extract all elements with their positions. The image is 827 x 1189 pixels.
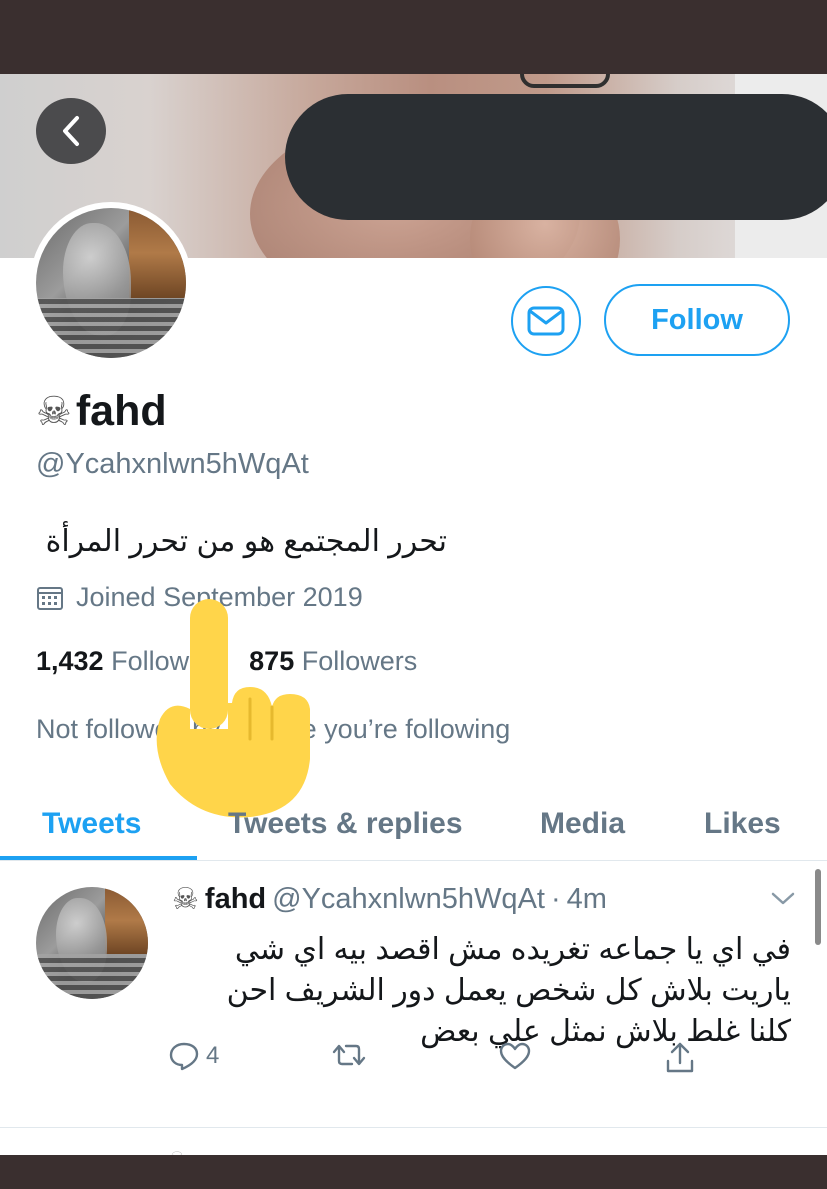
reply-icon [169,1042,199,1071]
retweet-icon [332,1044,366,1066]
heart-icon [499,1042,531,1070]
tweet-actions: 4 [0,1041,827,1081]
tweet-author-handle: @Ycahxnlwn5hWqAt [272,883,545,915]
tab-media[interactable]: Media [540,807,625,841]
photo-frame-top [0,0,827,74]
profile-screen: Follow ☠ fahd @Ycahxnlwn5hWqAt تحرر المج… [0,74,827,1155]
follow-button[interactable]: Follow [604,284,790,356]
tweet-separator: · [550,883,561,915]
scrollbar[interactable] [815,869,821,945]
redaction-overlay [285,94,827,220]
share-button[interactable] [664,1041,696,1075]
next-tweet-peek: ☠ [168,1147,186,1155]
chevron-down-icon[interactable] [770,891,796,907]
active-tab-indicator [0,856,197,860]
profile-avatar[interactable] [30,202,192,364]
tab-tweets[interactable]: Tweets [42,807,141,841]
reply-count: 4 [206,1042,220,1069]
envelope-icon [527,306,565,336]
tab-tweets-replies[interactable]: Tweets & replies [228,807,463,841]
tweet-time: 4m [566,883,607,915]
message-button[interactable] [511,286,581,356]
calendar-icon [37,586,63,610]
profile-name: ☠ fahd [36,387,167,436]
profile-name-text: fahd [75,387,167,435]
pointing-hand-icon [156,599,310,818]
skull-crossbones-icon: ☠ [36,389,72,434]
chevron-left-icon [63,116,79,146]
skull-crossbones-icon: ☠ [172,882,199,916]
share-icon [666,1042,694,1073]
like-button[interactable] [498,1041,532,1071]
back-button[interactable] [36,98,106,164]
tweet-header: ☠ fahd @Ycahxnlwn5hWqAt · 4m [172,883,607,916]
photo-frame-bottom [0,1155,827,1189]
tab-likes[interactable]: Likes [704,807,781,841]
tweet-author-name: fahd [204,883,267,915]
reply-button[interactable]: 4 [168,1041,219,1071]
tweet-avatar[interactable] [36,887,148,999]
tweet-text: في اي يا جماعه تغريده مش اقصد بيه اي شي … [226,933,791,1048]
profile-handle: @Ycahxnlwn5hWqAt [36,448,309,480]
retweet-button[interactable] [330,1041,368,1069]
profile-tabs: Tweets Tweets & replies Media Likes [0,789,827,861]
tweet-item[interactable]: ☠ fahd @Ycahxnlwn5hWqAt · 4m في اي يا جم… [0,861,827,1128]
profile-bio: تحرر المجتمع هو من تحرر المرأة [45,525,447,558]
